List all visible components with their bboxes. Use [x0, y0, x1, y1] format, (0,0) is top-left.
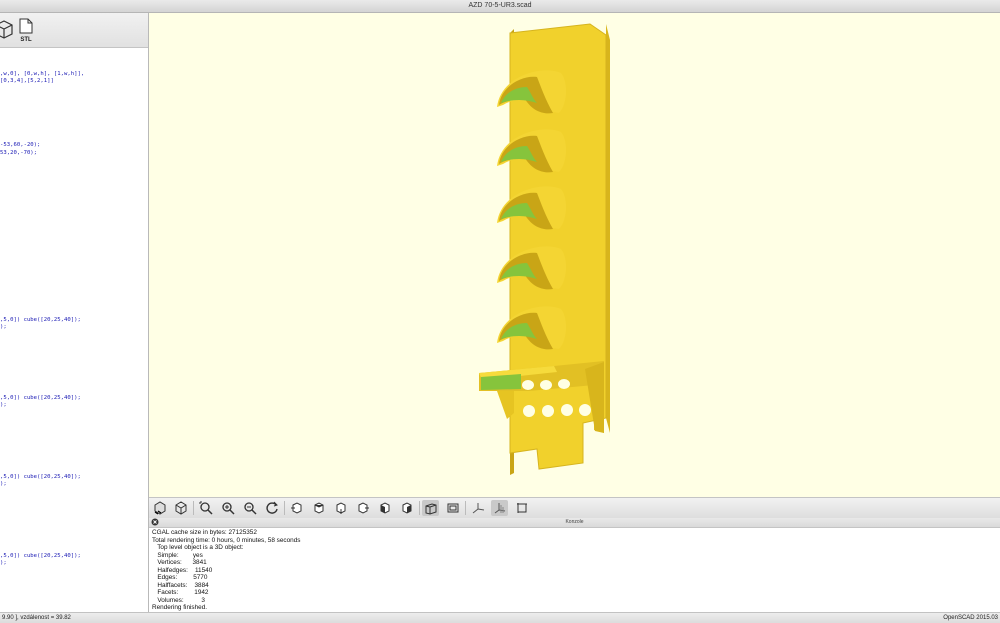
view-front-icon[interactable]	[376, 500, 393, 516]
toolbar-separator	[419, 501, 420, 515]
console-line: Rendering finished.	[152, 604, 208, 611]
toolbar-separator	[284, 501, 285, 515]
code-line: );	[0, 481, 7, 487]
console-line: Facets: 1942	[152, 589, 209, 596]
status-bar: 9.90 ], vzdálenost = 39.82 OpenSCAD 2015…	[0, 612, 1000, 623]
perspective-icon[interactable]	[422, 500, 439, 516]
view-bottom-icon[interactable]	[332, 500, 349, 516]
zoom-all-icon[interactable]	[197, 500, 214, 516]
code-line: ,5,0]) cube([20,25,40]);	[0, 395, 81, 401]
stl-label: STL	[20, 37, 32, 43]
code-line: ,w,0], [0,w,h], [1,w,h]],	[0, 71, 85, 77]
export-stl-button[interactable]: STL	[14, 17, 38, 43]
view-right-icon[interactable]	[288, 500, 305, 516]
code-line: -53,60,-20);	[0, 142, 41, 148]
title-bar: AZD 70-5-UR3.scad	[0, 0, 1000, 13]
console-header: Konzole	[149, 518, 1000, 528]
editor-toolbar: STL	[0, 13, 148, 48]
code-line: );	[0, 402, 7, 408]
console-output[interactable]: CGAL cache size in bytes: 27125352 Total…	[149, 528, 1000, 612]
view-left-icon[interactable]	[354, 500, 371, 516]
view-top-icon[interactable]	[310, 500, 327, 516]
toolbar-separator	[465, 501, 466, 515]
reset-view-icon[interactable]	[263, 500, 280, 516]
orthogonal-icon[interactable]	[444, 500, 461, 516]
code-line: ,5,0]) cube([20,25,40]);	[0, 474, 81, 480]
view-back-icon[interactable]	[398, 500, 415, 516]
console-line: CGAL cache size in bytes: 27125352	[152, 529, 257, 536]
show-scale-icon[interactable]	[491, 500, 508, 516]
code-line: );	[0, 324, 7, 330]
console-line: Halfedges: 11540	[152, 566, 213, 574]
console-line: Top level object is a 3D object:	[152, 544, 244, 551]
code-line: ,5,0]) cube([20,25,40]);	[0, 553, 81, 559]
render-icon[interactable]	[151, 500, 168, 516]
code-editor[interactable]: ,w,0], [0,w,h], [1,w,h]], [0,3,4],[5,2,1…	[0, 49, 148, 612]
zoom-in-icon[interactable]	[219, 500, 236, 516]
show-axes-icon[interactable]	[469, 500, 486, 516]
preview-icon[interactable]	[172, 500, 189, 516]
toolbar-separator	[193, 501, 194, 515]
zoom-out-icon[interactable]	[241, 500, 258, 516]
code-line: );	[0, 560, 7, 566]
export-stl-icon	[19, 18, 33, 34]
console-line: Total rendering time: 0 hours, 0 minutes…	[152, 536, 301, 544]
code-line: 53,20,-70);	[0, 150, 38, 156]
editor-pane: STL ,w,0], [0,w,h], [1,w,h]], [0,3,4],[5…	[0, 13, 149, 612]
view-toolbar	[149, 497, 1000, 519]
console-title: Konzole	[565, 519, 584, 525]
code-line: [0,3,4],[5,2,1]]	[0, 78, 54, 84]
window-title: AZD 70-5-UR3.scad	[468, 2, 532, 9]
3d-viewport[interactable]	[149, 13, 1000, 497]
console-line: Edges: 5770	[152, 574, 208, 581]
code-line: ,5,0]) cube([20,25,40]);	[0, 317, 81, 323]
console-line: Vertices: 3841	[152, 559, 207, 566]
rendered-model	[479, 23, 610, 475]
show-edges-icon[interactable]	[513, 500, 530, 516]
console-line: Volumes: 3	[152, 596, 205, 604]
console-line: Simple: yes	[152, 551, 203, 559]
console-line: Halffacets: 3884	[152, 581, 209, 589]
